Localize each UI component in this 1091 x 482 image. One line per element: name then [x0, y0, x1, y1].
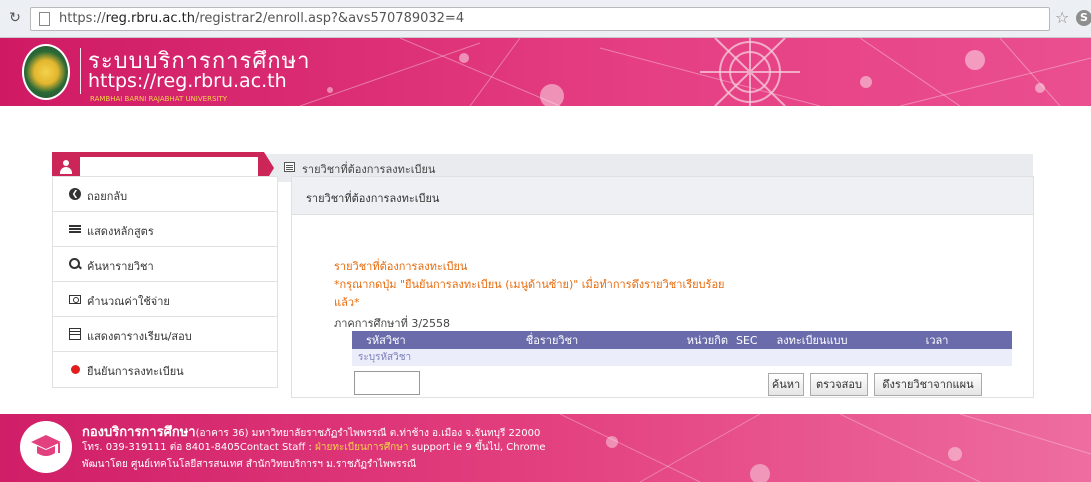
table-header-row: รหัสวิชา ชื่อรายวิชา หน่วยกิต SEC ลงทะเบ…: [352, 331, 1012, 349]
notice-title: รายวิชาที่ต้องการลงทะเบียน: [334, 260, 468, 273]
list-box-icon: [284, 162, 295, 172]
back-circle-icon: ❮: [69, 188, 81, 200]
notice-line-1: *กรุณากดปุ่ม "ยืนยันการลงทะเบียน (เมนูด้…: [334, 278, 725, 291]
panel-title: รายวิชาที่ต้องการลงทะเบียน: [306, 192, 440, 205]
address-bar[interactable]: https://reg.rbru.ac.th/registrar2/enroll…: [30, 7, 1050, 31]
red-dot-icon: [71, 365, 80, 374]
sidebar-item-back[interactable]: ❮ ถอยกลับ: [53, 177, 277, 212]
check-button[interactable]: ตรวจสอบ: [810, 373, 868, 396]
empty-row-hint: ระบุรหัสวิชา: [352, 349, 1012, 366]
graduation-cap-icon: [20, 421, 72, 473]
search-icon: [69, 258, 81, 270]
header-divider: [80, 48, 81, 94]
extension-icon[interactable]: S: [1076, 10, 1091, 26]
sidebar-item-label: ถอยกลับ: [87, 190, 128, 203]
sidebar-item-label: ยืนยันการลงทะเบียน: [87, 365, 184, 378]
table-row: ระบุรหัสวิชา: [352, 349, 1012, 366]
enroll-panel: รายวิชาที่ต้องการลงทะเบียน รายวิชาที่ต้อ…: [291, 176, 1034, 398]
sidebar-item-schedule[interactable]: แสดงตารางเรียน/สอบ: [53, 317, 277, 352]
reload-icon[interactable]: ↻: [6, 9, 24, 27]
site-url: https://reg.rbru.ac.th: [88, 70, 287, 92]
col-credits: หน่วยกิต: [662, 331, 732, 349]
sidebar-item-search-course[interactable]: ค้นหารายวิชา: [53, 247, 277, 282]
footer-developer: พัฒนาโดย ศูนย์เทคโนโลยีสารสนเทศ สำนักวิท…: [82, 459, 417, 470]
url-prefix: https://: [59, 11, 106, 26]
col-time: เวลา: [862, 331, 1012, 349]
course-table: รหัสวิชา ชื่อรายวิชา หน่วยกิต SEC ลงทะเบ…: [352, 331, 1012, 366]
col-register-type: ลงทะเบียนแบบ: [762, 331, 862, 349]
sidebar-item-calculate-cost[interactable]: คำนวณค่าใช้จ่าย: [53, 282, 277, 317]
academic-term: ภาคการศึกษาที่ 3/2558: [334, 317, 451, 330]
col-sec: SEC: [732, 331, 762, 349]
university-logo: [22, 44, 70, 100]
sidebar-item-label: ค้นหารายวิชา: [87, 260, 154, 273]
search-button[interactable]: ค้นหา: [768, 373, 804, 396]
url-text[interactable]: https://reg.rbru.ac.th/registrar2/enroll…: [59, 11, 464, 26]
course-code-input[interactable]: [354, 371, 420, 395]
footer-contact-link[interactable]: ฝ่ายทะเบียนการศึกษา: [315, 442, 408, 453]
bookmark-star-icon[interactable]: ☆: [1055, 8, 1069, 27]
notice-line-2: แล้ว*: [334, 296, 360, 309]
site-header: ระบบบริการการศึกษา https://reg.rbru.ac.t…: [0, 38, 1091, 106]
panel-header: รายวิชาที่ต้องการลงทะเบียน: [292, 177, 1033, 215]
sidebar-item-label: แสดงตารางเรียน/สอบ: [87, 330, 192, 343]
sidebar-item-confirm[interactable]: ยืนยันการลงทะเบียน: [53, 352, 277, 387]
list-icon: [69, 223, 81, 235]
footer-address: (อาคาร 36) มหาวิทยาลัยราชภัฏรำไพพรรณี ต.…: [195, 428, 541, 439]
sidebar-item-label: คำนวณค่าใช้จ่าย: [87, 295, 170, 308]
university-name: RAMBHAI BARNI RAJABHAT UNIVERSITY: [90, 95, 228, 103]
site-footer: กองบริการการศึกษา(อาคาร 36) มหาวิทยาลัยร…: [0, 414, 1091, 482]
money-icon: [69, 295, 81, 304]
sidebar-item-label: แสดงหลักสูตร: [87, 225, 154, 238]
footer-address-line: กองบริการการศึกษา(อาคาร 36) มหาวิทยาลัยร…: [82, 421, 540, 442]
browser-toolbar: ↻ https://reg.rbru.ac.th/registrar2/enro…: [0, 0, 1091, 38]
page-icon: [39, 12, 50, 26]
col-course-code: รหัสวิชา: [352, 331, 442, 349]
url-path: /registrar2/enroll.asp?&avs570789032=4: [194, 11, 465, 26]
footer-contact-suffix: support ie 9 ขึ้นไป, Chrome: [408, 442, 546, 453]
footer-contact-prefix: โทร. 039-319111 ต่อ 8401-8405Contact Sta…: [82, 442, 316, 453]
user-icon: [60, 160, 72, 174]
footer-contact-line: โทร. 039-319111 ต่อ 8401-8405Contact Sta…: [82, 440, 545, 455]
col-course-name: ชื่อรายวิชา: [442, 331, 662, 349]
calendar-icon: [69, 328, 81, 340]
footer-org: กองบริการการศึกษา: [82, 425, 196, 440]
sidebar-menu: ❮ ถอยกลับ แสดงหลักสูตร ค้นหารายวิชา คำนว…: [52, 176, 278, 388]
pull-from-plan-button[interactable]: ดึงรายวิชาจากแผน: [874, 373, 982, 396]
sidebar-item-curriculum[interactable]: แสดงหลักสูตร: [53, 212, 277, 247]
url-host: reg.rbru.ac.th: [105, 11, 195, 26]
